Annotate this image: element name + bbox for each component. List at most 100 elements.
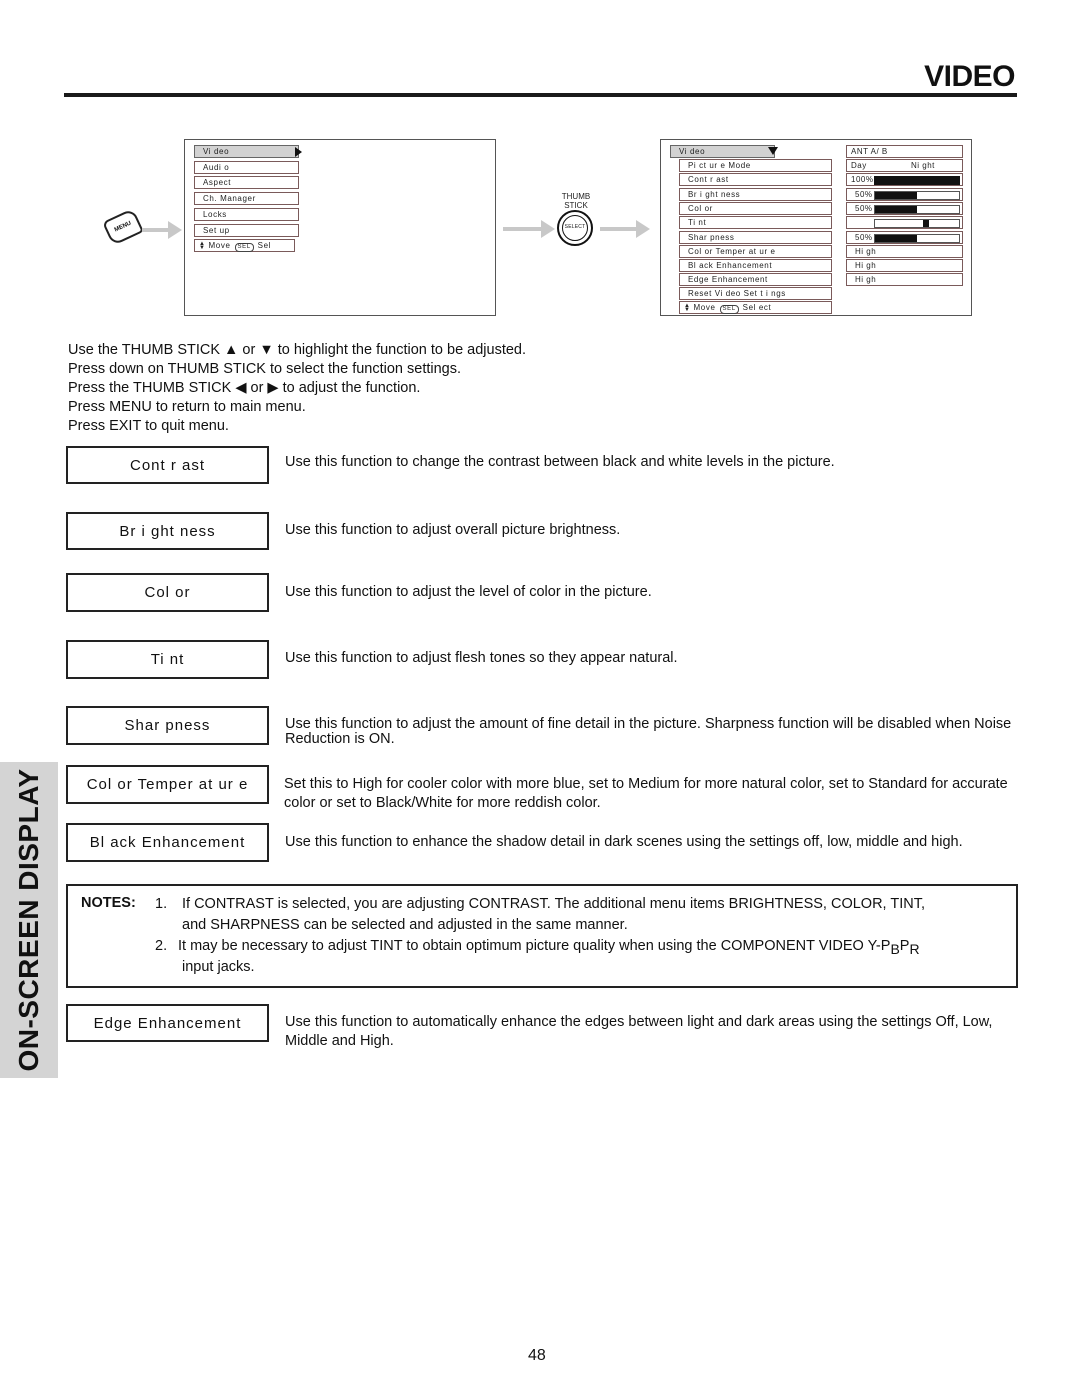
- menu-item-locks[interactable]: Locks: [194, 208, 299, 221]
- tint-slider[interactable]: [874, 219, 960, 228]
- thumb-label-line: THUMB: [561, 192, 591, 201]
- arrow-right-icon: [295, 147, 302, 157]
- sharpness-value[interactable]: 50%: [846, 231, 963, 244]
- menu-button-label: MENU: [113, 220, 133, 234]
- menu-item-label: Ti nt: [688, 218, 707, 227]
- function-label-color-temperature: Col or Temper at ur e: [66, 765, 269, 804]
- menu-item-label: Ch. Manager: [203, 194, 256, 203]
- contrast-slider[interactable]: [874, 176, 960, 185]
- video-item-edge-enhancement[interactable]: Edge Enhancement: [679, 273, 832, 286]
- input-value: ANT A/ B: [846, 145, 963, 158]
- edge-enhancement-value[interactable]: Hi gh: [846, 273, 963, 286]
- video-item-color-temperature[interactable]: Col or Temper at ur e: [679, 245, 832, 258]
- video-item-reset[interactable]: Reset Vi deo Set t i ngs: [679, 287, 832, 300]
- page-number: 48: [528, 1347, 546, 1364]
- video-item-sharpness[interactable]: Shar pness: [679, 231, 832, 244]
- sel-label: Sel: [257, 241, 272, 250]
- thumb-stick-label: THUMB STICK: [556, 192, 596, 210]
- contrast-percent: 100%: [851, 175, 874, 184]
- menu-footer: ▲ ▼ Move SEL Sel: [194, 239, 295, 252]
- instruction-line: Press down on THUMB STICK to select the …: [68, 361, 462, 377]
- note-2-text: It may be necessary to adjust TINT to ob…: [178, 938, 891, 954]
- brightness-value[interactable]: 50%: [846, 188, 963, 201]
- side-tab-label: ON-SCREEN DISPLAY: [13, 768, 44, 1072]
- sharpness-slider-fill: [875, 235, 917, 242]
- tint-value[interactable]: [846, 216, 963, 229]
- menu-item-label: Col or Temper at ur e: [688, 247, 776, 256]
- function-desc-sharpness: Use this function to adjust the amount o…: [285, 716, 1012, 747]
- function-label-black-enhancement: Bl ack Enhancement: [66, 823, 269, 862]
- sharpness-slider[interactable]: [874, 234, 960, 243]
- function-desc-color: Use this function to adjust the level of…: [285, 584, 652, 600]
- function-label-contrast: Cont r ast: [66, 446, 269, 484]
- move-label: Move: [208, 241, 231, 250]
- video-item-tint[interactable]: Ti nt: [679, 216, 832, 229]
- color-slider-fill: [875, 206, 917, 213]
- updown-icon: ▲ ▼: [684, 302, 691, 313]
- video-item-brightness[interactable]: Br i ght ness: [679, 188, 832, 201]
- arrow-right-icon: [600, 220, 650, 238]
- menu-item-setup[interactable]: Set up: [194, 224, 299, 237]
- menu-item-label: Edge Enhancement: [688, 275, 768, 284]
- menu-item-label: Aspect: [203, 178, 232, 187]
- menu-footer: ▲ ▼ Move SEL Sel ect: [679, 301, 832, 314]
- menu-button-illustration: MENU: [102, 208, 144, 246]
- menu-item-label: Vi deo: [679, 147, 706, 156]
- video-menu-title[interactable]: Vi deo: [670, 145, 775, 158]
- brightness-slider[interactable]: [874, 191, 960, 200]
- subscript-r: R: [909, 941, 920, 957]
- video-item-picture-mode[interactable]: Pi ct ur e Mode: [679, 159, 832, 172]
- video-item-black-enhancement[interactable]: Bl ack Enhancement: [679, 259, 832, 272]
- video-item-contrast[interactable]: Cont r ast: [679, 173, 832, 186]
- color-slider[interactable]: [874, 205, 960, 214]
- arrow-right-icon: [142, 221, 182, 239]
- menu-item-aspect[interactable]: Aspect: [194, 176, 299, 189]
- function-label-brightness: Br i ght ness: [66, 512, 269, 550]
- input-label: ANT A/ B: [851, 147, 888, 156]
- color-percent: 50%: [855, 204, 873, 213]
- menu-item-audio[interactable]: Audi o: [194, 161, 299, 174]
- menu-item-label: Col or: [688, 204, 713, 213]
- function-desc-black-enhancement: Use this function to enhance the shadow …: [285, 834, 963, 850]
- video-menu-screen: Vi deo Pi ct ur e Mode Cont r ast Br i g…: [660, 139, 972, 316]
- menu-item-label: Shar pness: [688, 233, 735, 242]
- value-label: Hi gh: [855, 275, 877, 284]
- menu-item-video[interactable]: Vi deo: [194, 145, 299, 158]
- side-tab: ON-SCREEN DISPLAY: [0, 762, 58, 1078]
- note-2-number: 2.: [155, 938, 168, 954]
- select-button-label: SELECT: [562, 215, 588, 241]
- function-desc-color-temperature: Set this to High for cooler color with m…: [284, 776, 1008, 811]
- tint-slider-knob[interactable]: [923, 220, 929, 227]
- subscript-b: B: [890, 941, 900, 957]
- menu-item-label: Cont r ast: [688, 175, 729, 184]
- notes-label: NOTES:: [81, 895, 136, 911]
- color-temperature-value[interactable]: Hi gh: [846, 245, 963, 258]
- sel-badge: SEL: [234, 243, 254, 252]
- function-label-sharpness: Shar pness: [66, 706, 269, 745]
- instruction-line: Use the THUMB STICK ▲ or ▼ to highlight …: [68, 342, 527, 358]
- note-1-line-2: and SHARPNESS can be selected and adjust…: [182, 917, 628, 933]
- picture-mode-value: Day Ni ght: [846, 159, 963, 172]
- function-label-tint: Ti nt: [66, 640, 269, 679]
- color-value[interactable]: 50%: [846, 202, 963, 215]
- move-label: Move: [693, 303, 716, 312]
- contrast-value[interactable]: 100%: [846, 173, 963, 186]
- thumb-stick-icon: SELECT: [557, 210, 593, 246]
- day-label: Day: [851, 161, 867, 170]
- sel-label: Sel ect: [742, 303, 772, 312]
- menu-item-ch-manager[interactable]: Ch. Manager: [194, 192, 299, 205]
- sharpness-percent: 50%: [855, 233, 873, 242]
- note-1-number: 1.: [155, 896, 168, 912]
- page-title: VIDEO: [924, 60, 1015, 93]
- black-enhancement-value[interactable]: Hi gh: [846, 259, 963, 272]
- menu-item-label: Audi o: [203, 163, 230, 172]
- function-desc-contrast: Use this function to change the contrast…: [285, 454, 835, 470]
- video-item-color[interactable]: Col or: [679, 202, 832, 215]
- notes-box: NOTES: 1. If CONTRAST is selected, you a…: [66, 884, 1018, 988]
- instruction-line: Press the THUMB STICK ◀ or ▶ to adjust t…: [68, 380, 421, 396]
- arrow-down-icon: [768, 147, 778, 155]
- main-menu-screen: Vi deo Audi o Aspect Ch. Manager Locks S…: [184, 139, 496, 316]
- note-2-line-1: It may be necessary to adjust TINT to ob…: [178, 937, 920, 959]
- brightness-slider-fill: [875, 192, 917, 199]
- function-desc-edge-enhancement: Use this function to automatically enhan…: [285, 1014, 993, 1049]
